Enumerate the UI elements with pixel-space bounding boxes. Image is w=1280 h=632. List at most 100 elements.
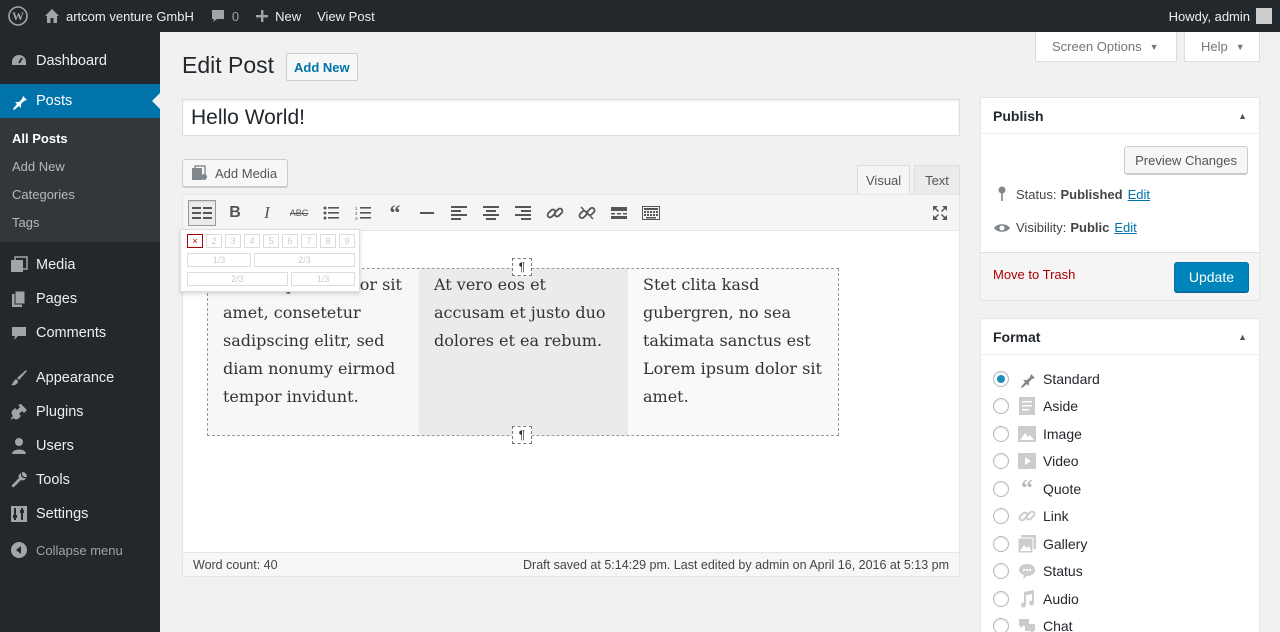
format-option-standard[interactable]: Standard	[993, 368, 1100, 390]
strikethrough-icon[interactable]: ABC	[285, 200, 313, 226]
horizontal-line-icon[interactable]	[413, 200, 441, 226]
format-option-gallery[interactable]: Gallery	[993, 533, 1087, 555]
sidebar-item-settings[interactable]: Settings	[0, 497, 160, 531]
column-count-option[interactable]: 5	[263, 234, 279, 248]
sidebar-item-users[interactable]: Users	[0, 429, 160, 463]
sidebar-item-plugins[interactable]: Plugins	[0, 395, 160, 429]
italic-icon[interactable]: I	[253, 200, 281, 226]
sidebar-item-media[interactable]: Media	[0, 248, 160, 282]
preview-changes-button[interactable]: Preview Changes	[1124, 146, 1248, 174]
read-more-icon[interactable]	[605, 200, 633, 226]
column-count-option[interactable]: 8	[320, 234, 336, 248]
bold-icon[interactable]: B	[221, 200, 249, 226]
view-post-link[interactable]: View Post	[309, 0, 383, 32]
format-option-video[interactable]: Video	[993, 450, 1079, 472]
layout-option[interactable]: 1/3	[187, 253, 251, 267]
toolbar-toggle-icon[interactable]	[637, 200, 665, 226]
radio-button[interactable]	[993, 591, 1009, 607]
edit-status-link[interactable]: Edit	[1128, 187, 1150, 202]
radio-button[interactable]	[993, 481, 1009, 497]
format-option-image[interactable]: Image	[993, 423, 1082, 445]
tab-visual[interactable]: Visual	[857, 165, 911, 195]
dashboard-icon	[9, 51, 29, 71]
post-title-input[interactable]: Hello World!	[182, 99, 960, 136]
tab-text[interactable]: Text	[914, 165, 960, 195]
edit-visibility-link[interactable]: Edit	[1114, 220, 1136, 235]
visibility-label: Visibility:	[1016, 220, 1067, 235]
layout-option[interactable]: 2/3	[187, 272, 288, 286]
column-2[interactable]: At vero eos et accusam et justo duo dolo…	[419, 269, 628, 435]
submenu-item-add-new[interactable]: Add New	[0, 152, 160, 180]
paragraph-marker-top[interactable]: ¶	[512, 258, 532, 276]
format-option-chat[interactable]: Chat	[993, 615, 1073, 632]
update-button[interactable]: Update	[1173, 262, 1249, 292]
column-count-option[interactable]: 4	[244, 234, 260, 248]
move-to-trash-link[interactable]: Move to Trash	[993, 267, 1075, 282]
column-1[interactable]: Lorem ipsum dolor sit amet, consetetur s…	[208, 269, 419, 435]
screen-options-button[interactable]: Screen Options ▼	[1035, 32, 1177, 62]
new-content-link[interactable]: New	[247, 0, 309, 32]
radio-button[interactable]	[993, 536, 1009, 552]
submenu-item-tags[interactable]: Tags	[0, 208, 160, 236]
sidebar-item-pages[interactable]: Pages	[0, 282, 160, 316]
insert-link-icon[interactable]	[541, 200, 569, 226]
column-count-option[interactable]: 6	[282, 234, 298, 248]
comments-link[interactable]: 0	[202, 0, 247, 32]
pin-icon	[9, 91, 29, 111]
radio-button[interactable]	[993, 426, 1009, 442]
format-option-aside[interactable]: Aside	[993, 395, 1078, 417]
numbered-list-icon[interactable]: 123	[349, 200, 377, 226]
format-option-status[interactable]: Status	[993, 560, 1083, 582]
add-media-button[interactable]: Add Media	[182, 159, 289, 187]
format-option-link[interactable]: Link	[993, 505, 1069, 527]
column-count-option[interactable]: 7	[301, 234, 317, 248]
close-icon[interactable]: ×	[187, 234, 203, 248]
collapse-menu-button[interactable]: Collapse menu	[0, 533, 160, 567]
account-menu[interactable]: Howdy, admin	[1161, 0, 1280, 32]
radio-button[interactable]	[993, 398, 1009, 414]
submenu-item-categories[interactable]: Categories	[0, 180, 160, 208]
column-count-option[interactable]: 9	[339, 234, 355, 248]
collapse-arrow-icon[interactable]: ▲	[1238, 111, 1247, 121]
add-new-button[interactable]: Add New	[286, 53, 358, 81]
publish-box-header[interactable]: Publish ▲	[981, 98, 1259, 134]
music-note-icon	[1017, 590, 1037, 608]
column-count-option[interactable]: 3	[225, 234, 241, 248]
submenu-item-all-posts[interactable]: All Posts	[0, 124, 160, 152]
radio-button[interactable]	[993, 508, 1009, 524]
wordpress-logo-icon[interactable]: W	[0, 0, 36, 32]
format-label: Status	[1043, 563, 1083, 579]
layout-option[interactable]: 1/3	[291, 272, 355, 286]
site-name-link[interactable]: artcom venture GmbH	[36, 0, 202, 32]
column-3[interactable]: Stet clita kasd gubergren, no sea takima…	[628, 269, 838, 435]
format-option-audio[interactable]: Audio	[993, 588, 1079, 610]
blockquote-icon[interactable]: “	[381, 200, 409, 226]
column-grid-icon[interactable]	[188, 200, 216, 226]
align-right-icon[interactable]	[509, 200, 537, 226]
column-count-option[interactable]: 2	[206, 234, 222, 248]
layout-option[interactable]: 2/3	[254, 253, 355, 267]
column-row[interactable]: Lorem ipsum dolor sit amet, consetetur s…	[207, 268, 839, 436]
publish-box-title: Publish	[993, 107, 1044, 124]
align-center-icon[interactable]	[477, 200, 505, 226]
radio-button[interactable]	[993, 563, 1009, 579]
format-option-quote[interactable]: “ Quote	[993, 477, 1081, 501]
sidebar-item-appearance[interactable]: Appearance	[0, 361, 160, 395]
sidebar-item-comments[interactable]: Comments	[0, 316, 160, 350]
radio-button[interactable]	[993, 371, 1009, 387]
bulleted-list-icon[interactable]	[317, 200, 345, 226]
paragraph-marker-bottom[interactable]: ¶	[512, 426, 532, 444]
sidebar-item-tools[interactable]: Tools	[0, 463, 160, 497]
remove-link-icon[interactable]	[573, 200, 601, 226]
align-left-icon[interactable]	[445, 200, 473, 226]
sidebar-item-posts[interactable]: Posts	[0, 84, 160, 118]
collapse-arrow-icon[interactable]: ▲	[1238, 332, 1247, 342]
help-button[interactable]: Help ▼	[1184, 32, 1260, 62]
radio-button[interactable]	[993, 618, 1009, 632]
svg-text:W: W	[12, 9, 24, 23]
sidebar-item-dashboard[interactable]: Dashboard	[0, 44, 160, 78]
fullscreen-icon[interactable]	[926, 200, 954, 226]
radio-button[interactable]	[993, 453, 1009, 469]
format-box-header[interactable]: Format ▲	[981, 319, 1259, 355]
comments-count: 0	[231, 8, 240, 24]
